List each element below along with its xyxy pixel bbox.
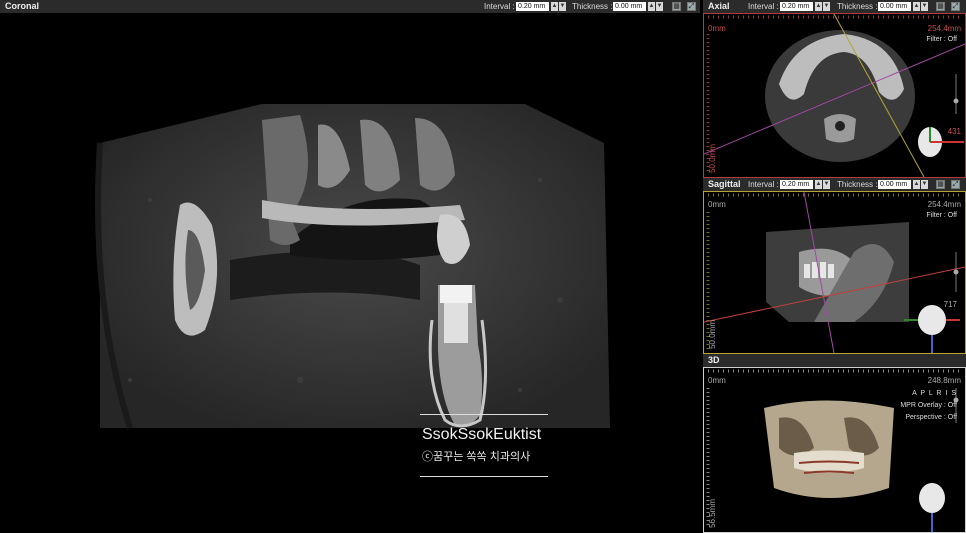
spin-down-icon[interactable]: ▼ [656, 2, 663, 11]
coronal-controls: Interval : 0.20 mm ▲ ▼ Thickness : 0.00 … [484, 0, 700, 13]
sagittal-panel[interactable]: Sagittal Interval : 0.20 mm ▲ ▼ Thicknes… [703, 178, 966, 354]
thickness-input[interactable]: 0.00 mm [878, 2, 911, 11]
sagittal-image-view[interactable]: 0mm 254.4mm 50.0mm Filter : Off 717 [703, 191, 966, 354]
coronal-panel[interactable]: Coronal Interval : 0.20 mm ▲ ▼ Thickness… [0, 0, 700, 533]
interval-input[interactable]: 0.20 mm [516, 2, 549, 11]
axial-bottom-left-mm: 50.0mm [708, 144, 717, 173]
sagittal-top-left-mm: 0mm [708, 200, 726, 209]
spin-down-icon[interactable]: ▼ [823, 180, 830, 189]
spin-up-icon[interactable]: ▲ [648, 2, 655, 11]
axial-top-left-mm: 0mm [708, 24, 726, 33]
spin-up-icon[interactable]: ▲ [913, 2, 920, 11]
axial-panel[interactable]: Axial Interval : 0.20 mm ▲ ▼ Thickness :… [703, 0, 966, 178]
spin-down-icon[interactable]: ▼ [823, 2, 830, 11]
3d-title: 3D [708, 355, 720, 365]
3d-panel[interactable]: 3D 0mm 248.8mm 56.5mm A P L R I S MPR Ov… [703, 354, 966, 533]
thickness-label: Thickness : [837, 180, 878, 189]
interval-input[interactable]: 0.20 mm [780, 2, 813, 11]
sagittal-slice-number: 717 [943, 300, 957, 309]
axial-top-right-mm: 254.4mm [927, 24, 961, 33]
axial-filter-status: Filter : Off [926, 36, 957, 43]
grid-icon[interactable]: ▦ [936, 2, 945, 11]
3d-top-right-mm: 248.8mm [927, 376, 961, 385]
axial-controls: Interval : 0.20 mm ▲ ▼ Thickness : 0.00 … [748, 0, 966, 13]
coronal-image-view[interactable] [0, 13, 700, 533]
sagittal-titlebar: Sagittal Interval : 0.20 mm ▲ ▼ Thicknes… [703, 178, 966, 191]
thickness-label: Thickness : [572, 2, 613, 11]
watermark: SsokSsokEuktist ⓒ꿈꾸는 쏙쏙 치과의사 [420, 414, 548, 477]
3d-render-view[interactable]: 0mm 248.8mm 56.5mm A P L R I S MPR Overl… [703, 367, 966, 533]
sagittal-title: Sagittal [708, 179, 741, 189]
3d-bottom-left-mm: 56.5mm [708, 499, 717, 528]
spin-down-icon[interactable]: ▼ [921, 180, 928, 189]
spin-up-icon[interactable]: ▲ [913, 180, 920, 189]
spin-up-icon[interactable]: ▲ [815, 2, 822, 11]
grid-icon[interactable]: ▦ [672, 2, 681, 11]
interval-label: Interval : [748, 180, 779, 189]
thickness-label: Thickness : [837, 2, 878, 11]
spin-up-icon[interactable]: ▲ [551, 2, 558, 11]
watermark-rule-top [420, 414, 548, 415]
axial-image-view[interactable]: 0mm 254.4mm 50.0mm Filter : Off 431 [703, 13, 966, 178]
maximize-icon[interactable]: ⤢ [951, 180, 960, 189]
interval-label: Interval : [748, 2, 779, 11]
sagittal-bottom-left-mm: 50.0mm [708, 320, 717, 349]
sagittal-top-right-mm: 254.4mm [927, 200, 961, 209]
spin-down-icon[interactable]: ▼ [559, 2, 566, 11]
sagittal-filter-status: Filter : Off [926, 212, 957, 219]
interval-input[interactable]: 0.20 mm [780, 180, 813, 189]
head-orientation-icon [919, 483, 945, 532]
spin-down-icon[interactable]: ▼ [921, 2, 928, 11]
3d-titlebar: 3D [703, 354, 966, 367]
axial-title: Axial [708, 1, 730, 11]
watermark-subtitle: ⓒ꿈꾸는 쏙쏙 치과의사 [422, 451, 531, 463]
thickness-input[interactable]: 0.00 mm [613, 2, 646, 11]
coronal-title: Coronal [5, 1, 40, 11]
coronal-ct-image [95, 104, 610, 429]
grid-icon[interactable]: ▦ [936, 180, 945, 189]
head-orientation-icon [904, 305, 960, 353]
mpr-overlay-status: MPR Overlay : Off [900, 402, 957, 409]
axial-titlebar: Axial Interval : 0.20 mm ▲ ▼ Thickness :… [703, 0, 966, 13]
thickness-input[interactable]: 0.00 mm [878, 180, 911, 189]
watermark-title: SsokSsokEuktist [422, 426, 542, 443]
3d-top-left-mm: 0mm [708, 376, 726, 385]
sagittal-controls: Interval : 0.20 mm ▲ ▼ Thickness : 0.00 … [748, 178, 966, 191]
orientation-buttons[interactable]: A P L R I S [912, 390, 957, 397]
maximize-icon[interactable]: ⤢ [687, 2, 696, 11]
spin-up-icon[interactable]: ▲ [815, 180, 822, 189]
perspective-status: Perspective : Off [905, 414, 957, 421]
axial-slice-number: 431 [947, 127, 961, 136]
coronal-titlebar: Coronal Interval : 0.20 mm ▲ ▼ Thickness… [0, 0, 700, 13]
interval-label: Interval : [484, 2, 515, 11]
maximize-icon[interactable]: ⤢ [951, 2, 960, 11]
watermark-rule-bottom [420, 476, 548, 477]
